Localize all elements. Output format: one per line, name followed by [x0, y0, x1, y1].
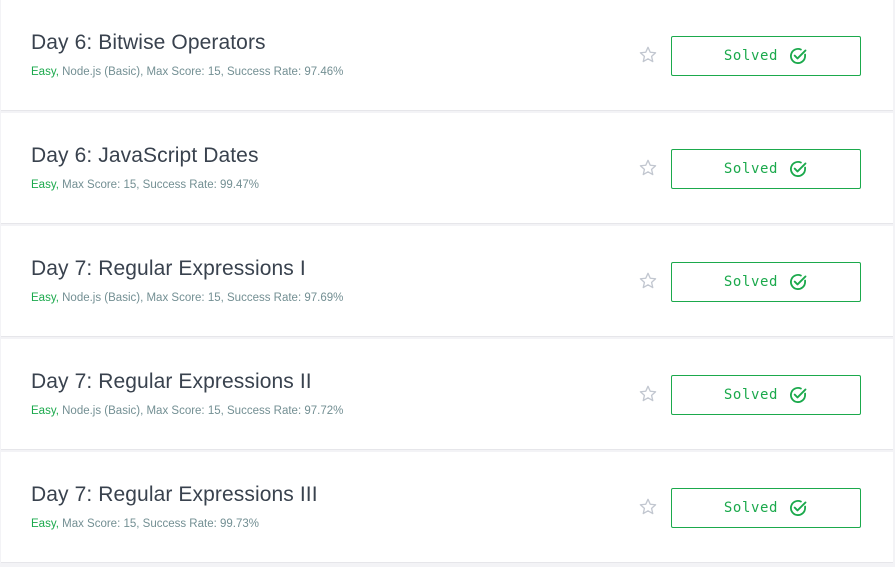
- solved-label: Solved: [723, 48, 779, 64]
- solved-button[interactable]: Solved: [671, 375, 861, 415]
- solved-button[interactable]: Solved: [671, 262, 861, 302]
- challenge-title[interactable]: Day 7: Regular Expressions II: [31, 370, 312, 394]
- star-outline-icon[interactable]: [638, 497, 658, 517]
- check-circle-icon: [790, 48, 807, 64]
- challenge-card-bitwise-operators[interactable]: Day 6: Bitwise Operators Easy, Node.js (…: [1, 0, 893, 111]
- challenge-details: Max Score: 15, Success Rate: 99.47%: [58, 179, 259, 191]
- challenge-list: Day 6: Bitwise Operators Easy, Node.js (…: [0, 0, 895, 567]
- challenge-title[interactable]: Day 6: JavaScript Dates: [31, 144, 259, 168]
- solved-label: Solved: [723, 274, 779, 290]
- solved-label: Solved: [723, 161, 779, 177]
- check-circle-icon: [790, 500, 807, 516]
- difficulty-label: Easy,: [31, 405, 59, 417]
- challenge-title[interactable]: Day 7: Regular Expressions I: [31, 257, 306, 281]
- challenge-title[interactable]: Day 7: Regular Expressions III: [31, 483, 318, 507]
- challenge-details: Node.js (Basic), Max Score: 15, Success …: [58, 292, 344, 304]
- challenge-meta: Easy, Node.js (Basic), Max Score: 15, Su…: [31, 66, 343, 78]
- challenge-details: Node.js (Basic), Max Score: 15, Success …: [58, 405, 344, 417]
- star-outline-icon[interactable]: [638, 158, 658, 178]
- difficulty-label: Easy,: [31, 518, 59, 530]
- difficulty-label: Easy,: [31, 292, 59, 304]
- solved-button[interactable]: Solved: [671, 149, 861, 189]
- challenge-details: Max Score: 15, Success Rate: 99.73%: [58, 518, 259, 530]
- challenge-card-javascript-dates[interactable]: Day 6: JavaScript Dates Easy, Max Score:…: [1, 113, 893, 224]
- difficulty-label: Easy,: [31, 179, 59, 191]
- challenge-card-regular-expressions-i[interactable]: Day 7: Regular Expressions I Easy, Node.…: [1, 226, 893, 337]
- challenge-card-regular-expressions-ii[interactable]: Day 7: Regular Expressions II Easy, Node…: [1, 339, 893, 450]
- challenge-title[interactable]: Day 6: Bitwise Operators: [31, 31, 266, 55]
- check-circle-icon: [790, 161, 807, 177]
- check-circle-icon: [790, 274, 807, 290]
- challenge-details: Node.js (Basic), Max Score: 15, Success …: [58, 66, 344, 78]
- challenge-meta: Easy, Node.js (Basic), Max Score: 15, Su…: [31, 405, 343, 417]
- solved-label: Solved: [723, 500, 779, 516]
- solved-button[interactable]: Solved: [671, 36, 861, 76]
- challenge-meta: Easy, Max Score: 15, Success Rate: 99.73…: [31, 518, 259, 530]
- solved-button[interactable]: Solved: [671, 488, 861, 528]
- difficulty-label: Easy,: [31, 66, 59, 78]
- star-outline-icon[interactable]: [638, 271, 658, 291]
- challenge-card-regular-expressions-iii[interactable]: Day 7: Regular Expressions III Easy, Max…: [1, 452, 893, 563]
- solved-label: Solved: [723, 387, 779, 403]
- challenge-meta: Easy, Max Score: 15, Success Rate: 99.47…: [31, 179, 259, 191]
- star-outline-icon[interactable]: [638, 384, 658, 404]
- check-circle-icon: [790, 387, 807, 403]
- star-outline-icon[interactable]: [638, 45, 658, 65]
- challenge-meta: Easy, Node.js (Basic), Max Score: 15, Su…: [31, 292, 343, 304]
